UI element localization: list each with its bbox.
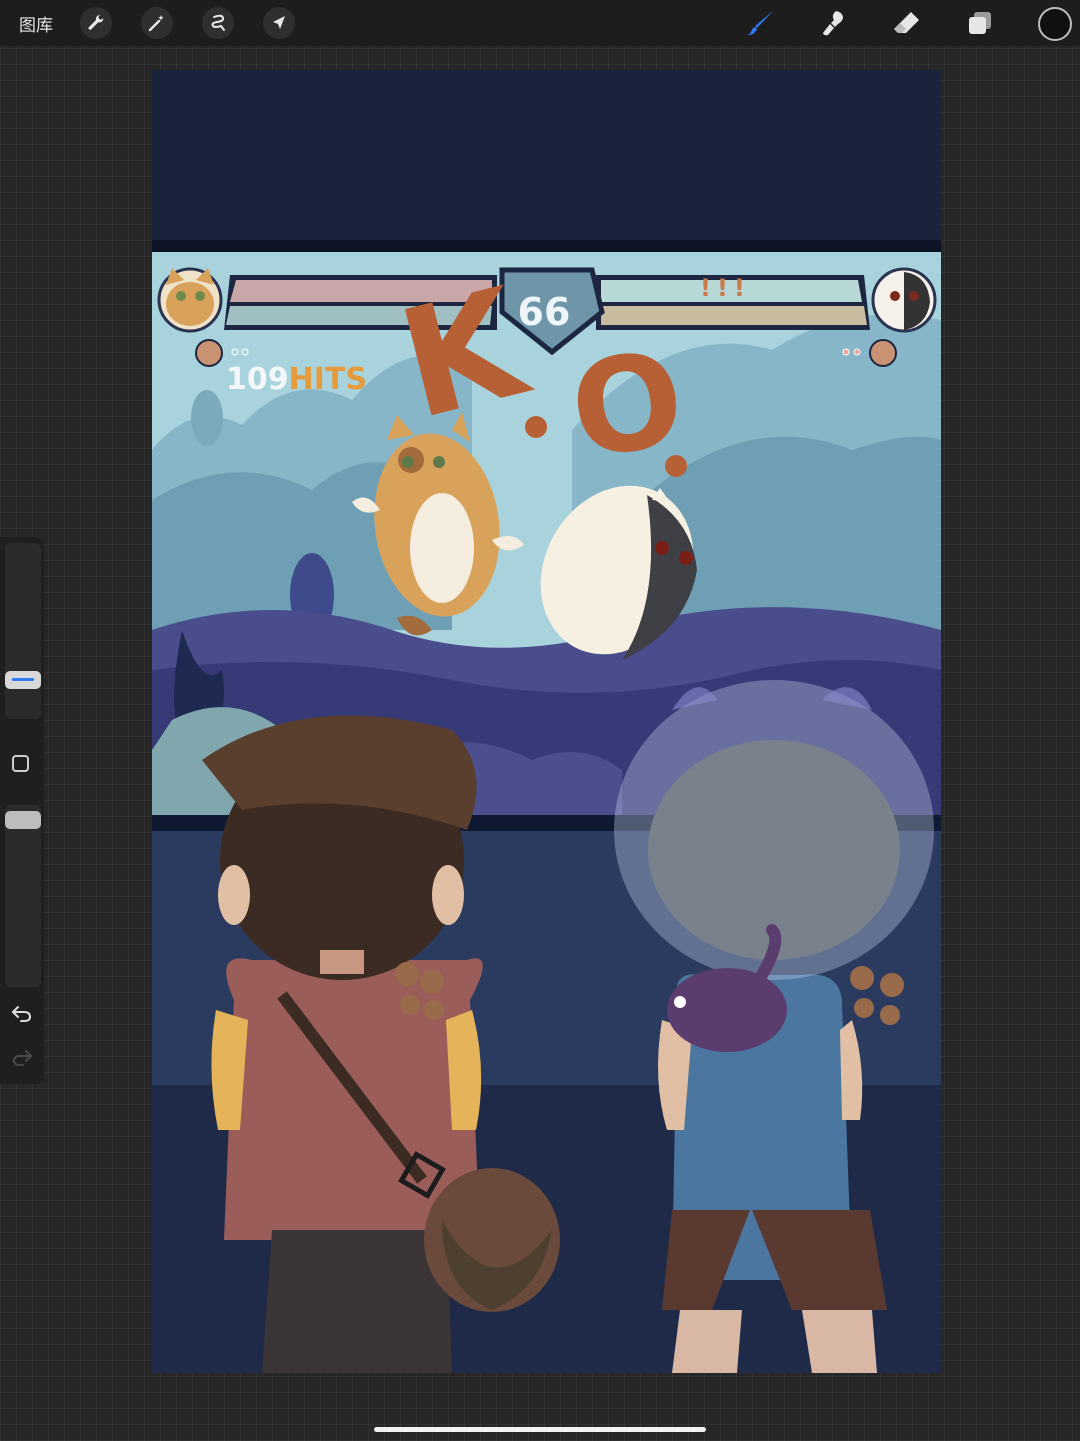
selection-button[interactable] — [202, 7, 234, 39]
smudge-icon — [823, 11, 843, 36]
brush-tool[interactable] — [744, 6, 778, 40]
color-well[interactable] — [1038, 7, 1072, 41]
drawing-canvas[interactable]: 66 !!! 109HITS K O — [152, 70, 941, 1373]
brush-size-slider[interactable] — [5, 543, 41, 719]
combo-word: HITS — [288, 362, 367, 397]
layers-button[interactable] — [963, 6, 997, 40]
opponent-status: !!! — [700, 274, 751, 302]
combo-count: 109 — [226, 362, 289, 397]
top-toolbar: 图库 — [0, 0, 1080, 46]
actions-button[interactable] — [80, 7, 112, 39]
sidebar — [0, 537, 44, 1084]
opacity-slider[interactable] — [5, 805, 41, 987]
artwork — [152, 240, 941, 1373]
wrench-icon — [88, 14, 104, 30]
adjustments-button[interactable] — [141, 7, 173, 39]
opacity-thumb[interactable] — [5, 811, 41, 829]
layers-icon — [969, 12, 991, 34]
selection-icon — [211, 14, 225, 31]
brush-icon — [748, 11, 773, 35]
thumb-indicator — [12, 678, 34, 681]
round-timer: 66 — [517, 290, 571, 334]
eraser-tool[interactable] — [889, 6, 923, 40]
transform-arrow-icon — [273, 16, 285, 29]
home-indicator[interactable] — [374, 1427, 706, 1432]
ko-letter-o: O — [561, 322, 693, 488]
magic-wand-icon — [148, 15, 164, 32]
eraser-icon — [894, 12, 919, 33]
redo-icon[interactable] — [10, 1047, 34, 1067]
combo-counter: 109HITS — [226, 362, 367, 397]
undo-icon[interactable] — [10, 1003, 34, 1023]
transform-button[interactable] — [263, 7, 295, 39]
smudge-tool[interactable] — [816, 6, 850, 40]
brush-size-thumb[interactable] — [5, 671, 41, 689]
gallery-button[interactable]: 图库 — [19, 11, 53, 36]
modify-button[interactable] — [12, 755, 29, 772]
